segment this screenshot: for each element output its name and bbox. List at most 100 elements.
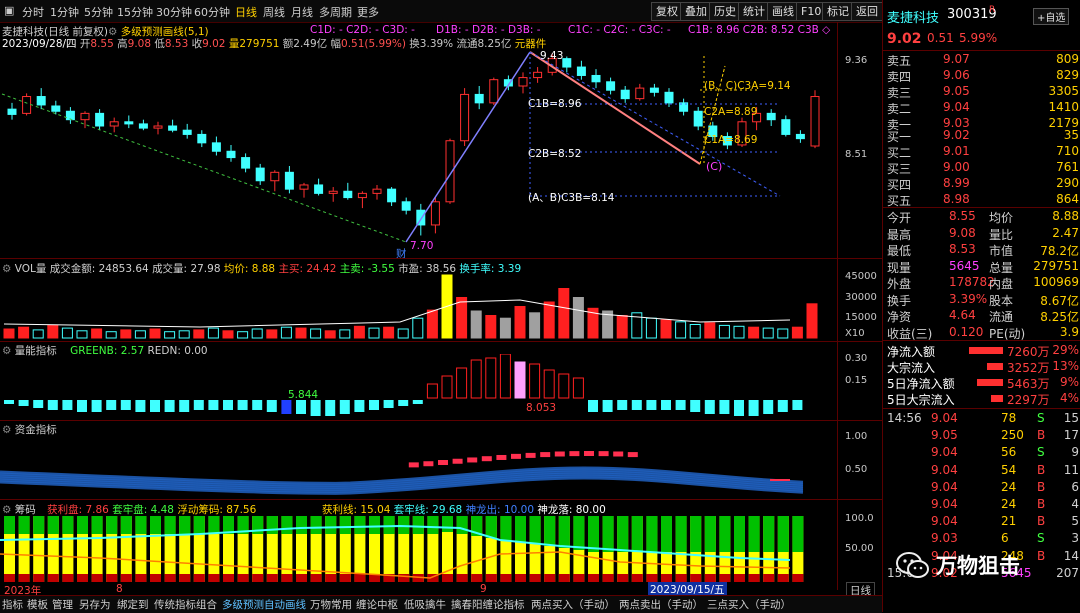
indicator-tab[interactable]: 指标 [2,597,23,612]
toolbar-button[interactable]: 历史 [709,2,741,21]
energy-bar-red [499,354,511,399]
timeframe-tab[interactable]: 5分钟 [84,4,113,20]
menu-icon[interactable]: ▣ [4,4,14,17]
indicator-tab[interactable]: 管理 [52,597,73,612]
energy-bar-cyan [690,400,701,412]
candle-body [591,74,601,83]
indicator-tab[interactable]: 缠论中枢 [356,597,398,612]
indicator-tab[interactable]: 擒春阳缠论指标 [451,597,525,612]
toolbar-button[interactable]: 统计 [738,2,770,21]
panel-divider[interactable] [0,258,882,259]
separator [883,207,1080,208]
chip-bar-red [515,574,526,582]
volume-bar [295,327,307,339]
candle-body [430,201,440,226]
toolbar-button[interactable]: 叠加 [680,2,712,21]
timeframe-tab[interactable]: 30分钟 [156,4,192,20]
panel-divider[interactable] [0,499,882,500]
indicator-tab[interactable]: 多级预测自动画线 [222,597,306,612]
indicator-tab[interactable]: 两点买入（手动） [531,597,615,612]
chip-axis-1: 100.0 [845,513,874,524]
energy-bar-cyan [383,400,394,408]
fund-mark-red [408,462,419,468]
chip-bar-red [602,574,614,582]
candle-body [109,121,119,127]
toolbar-button[interactable]: 复权 [651,2,683,21]
trend-line-up [405,51,531,243]
energy-bar-cyan [62,400,73,410]
candle-body [80,112,90,121]
chip-bar-green [77,516,88,534]
volume-bar [207,327,219,339]
chip-chart[interactable] [0,514,837,583]
volume-bar [426,309,438,339]
panel-divider[interactable] [0,341,882,342]
volume-bar [280,326,292,339]
timeframe-tab[interactable]: 1分钟 [50,4,79,20]
fund-axis-2: 0.50 [845,464,868,475]
timeframe-tab[interactable]: 60分钟 [194,4,230,20]
fund-chart[interactable] [0,432,837,498]
timeframe-tab[interactable]: 15分钟 [117,4,153,20]
volume-bar [76,330,88,339]
volume-bar [397,328,409,339]
volume-bar [149,328,161,339]
chip-bar-red [792,574,804,582]
flow-row: 净流入额 7260万 29% [887,343,1079,359]
panel-divider[interactable] [0,420,882,421]
indicator-tab[interactable]: 绑定到 [117,597,149,612]
volume-bar [164,331,176,339]
volume-bar [134,330,146,339]
indicator-tab[interactable]: 三点买入（手动） [707,597,791,612]
chip-bar-green [62,516,74,534]
chip-bar-red [734,574,745,582]
indicator-tab[interactable]: 另存为 [79,597,111,612]
chip-bar-red [704,574,716,582]
indicator-tab[interactable]: 万物常用 [310,597,352,612]
candle-body [664,91,674,104]
add-watchlist-button[interactable]: +自选 [1033,8,1070,25]
timeframe-tab[interactable]: 更多 [357,4,379,20]
volume-bar [193,329,205,339]
chip-bar-green [675,516,687,552]
energy-chart[interactable] [0,354,837,420]
timeframe-tab[interactable]: 周线 [263,4,285,20]
volume-bar [32,329,44,339]
chip-bar-red [354,574,366,582]
chip-bar-green [208,516,220,534]
candle-body [635,87,645,100]
volume-chart[interactable] [0,272,837,340]
fund-mark-red [584,451,594,456]
energy-bar-cyan [4,400,14,404]
energy-bar-cyan [33,400,44,408]
candle-body [255,167,265,182]
toolbar-button[interactable]: 标记 [822,2,854,21]
candle-body [781,119,791,135]
chip-bar-green [398,516,410,534]
indicator-tab[interactable]: 低吸擒牛 [404,597,446,612]
stat-row: 最高 9.08 量比 2.47 [887,225,1079,242]
timeframe-tab[interactable]: 多周期 [319,4,352,20]
order-book-row: 买五 8.98 864 [887,192,1079,208]
volume-bar [645,317,657,339]
toolbar-button[interactable]: 返回 [851,2,883,21]
chip-bar-red [325,574,337,582]
indicator-tab[interactable]: 传统指标组合 [154,597,217,612]
toolbar-button[interactable]: 画线 [767,2,799,21]
chip-bar-green [412,516,424,534]
chip-bar-red [237,574,249,582]
timeframe-tab[interactable]: 日线 [235,4,257,20]
timeframe-tab[interactable]: 分时 [22,4,44,20]
chip-bar-green [690,516,702,552]
energy-bar-cyan [777,400,788,412]
energy-bar-cyan [106,400,117,410]
flow-bar [991,395,1003,402]
volume-bar [514,306,526,339]
chip-bar-green [617,516,629,552]
energy-bar-cyan [150,400,160,412]
chip-bar-green [310,516,322,534]
c2a-label: C2A=8.89 [704,106,758,118]
indicator-tab[interactable]: 模板 [27,597,48,612]
indicator-tab[interactable]: 两点卖出（手动） [619,597,703,612]
timeframe-tab[interactable]: 月线 [291,4,313,20]
